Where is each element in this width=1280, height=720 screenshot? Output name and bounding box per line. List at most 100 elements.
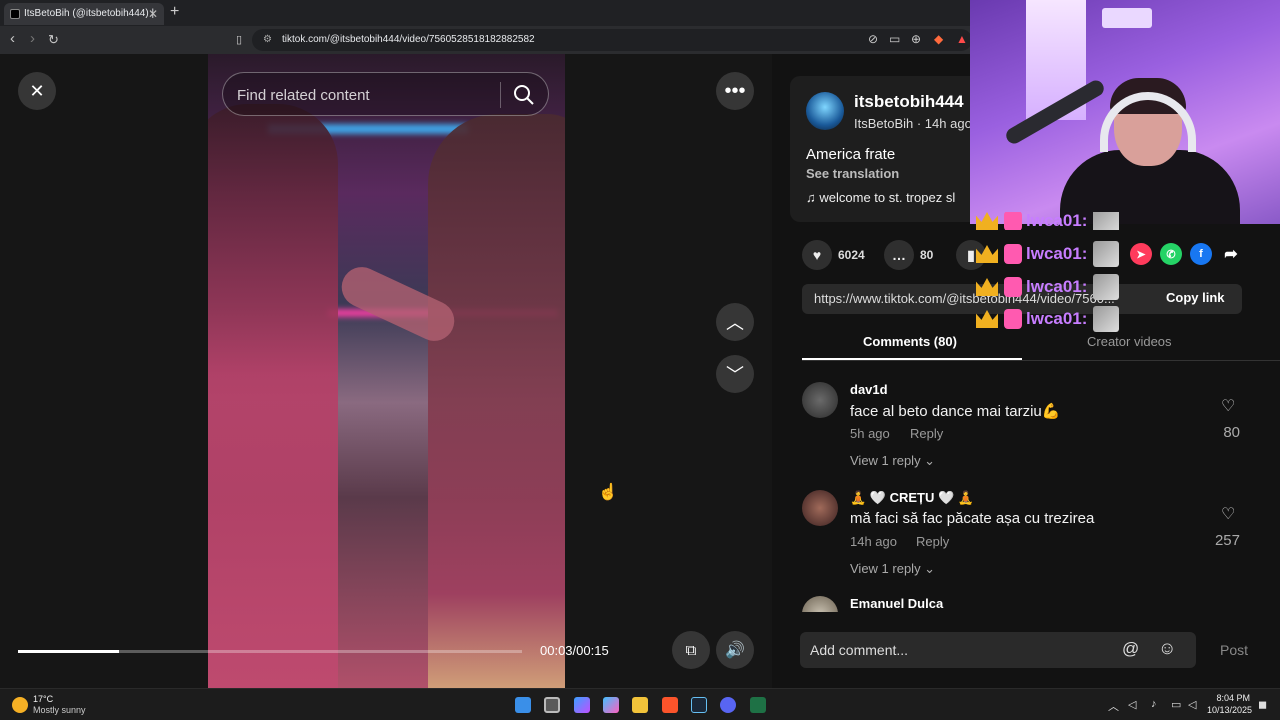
commenter-avatar[interactable] [802,382,838,418]
notification-bell-icon[interactable]: ◼ [1258,698,1267,711]
subscriber-badge-icon [1004,277,1022,297]
tray-speaker-icon[interactable]: ◁ [1128,698,1136,711]
comment-like-count: 257 [1214,532,1240,549]
clock-date[interactable]: 10/13/2025 [1206,705,1252,715]
share-whatsapp-icon[interactable]: ✆ [1160,243,1182,265]
screen-icon[interactable]: ▭ [889,32,900,46]
video-figure-right [428,114,565,688]
clock-time[interactable]: 8:04 PM [1210,693,1250,703]
bookmark-icon[interactable]: ▯ [236,33,242,46]
tray-mic-icon[interactable]: ♪ [1151,698,1157,710]
start-windows-icon[interactable] [515,697,531,713]
pip-button[interactable]: ⧉ [672,631,710,669]
zoom-icon[interactable]: ⊕ [911,32,921,46]
excel-icon[interactable] [750,697,766,713]
brave-browser-icon[interactable] [662,697,678,713]
see-translation-link[interactable]: See translation [806,166,899,181]
tab-comments[interactable]: Comments (80) [863,334,957,349]
site-info-icon[interactable]: ⚙ [263,29,272,51]
subscriber-badge-icon [1004,244,1022,264]
cast-icon[interactable]: ⊘ [868,32,878,46]
new-tab-button[interactable]: + [170,3,179,21]
reply-button[interactable]: Reply [916,534,949,549]
tray-network-icon[interactable]: ▭ [1171,698,1181,711]
chat-message: lwca01: [976,274,1120,300]
video-player[interactable] [208,54,565,688]
commenter-name[interactable]: Emanuel Dulca [850,596,943,611]
more-options-button[interactable]: ••• [716,72,754,110]
comment-item: Emanuel Dulca [802,596,1242,612]
tiktok-favicon-icon [10,9,20,19]
brave-shield-icon[interactable]: ◆ [934,32,943,46]
back-icon[interactable]: ‹ [10,30,15,47]
tab-divider [802,360,1280,361]
comment-like-heart-icon[interactable]: ♡ [1221,396,1235,416]
tab-creator-videos[interactable]: Creator videos [1087,334,1172,349]
browser-tab[interactable]: ItsBetoBih (@itsbetobih444) | ✕ [4,3,164,25]
share-arrow-icon[interactable]: ➦ [1220,243,1242,265]
emoji-icon[interactable]: ☺ [1158,638,1176,659]
post-comment-button[interactable]: Post [1220,642,1248,658]
tab-close-icon[interactable]: ✕ [148,3,158,25]
like-action[interactable]: ♥ 6024 [802,240,865,270]
chat-username: lwca01: [1026,309,1088,328]
related-search-box[interactable] [222,72,549,116]
weather-sun-icon[interactable] [12,697,28,713]
reload-icon[interactable]: ↻ [48,32,59,48]
next-video-button[interactable]: ﹀ [716,355,754,393]
video-caption: America frate [806,146,896,163]
share-facebook-icon[interactable]: f [1190,243,1212,265]
chat-message: lwca01: [976,212,1120,230]
music-link[interactable]: ♫ welcome to st. tropez sl [806,190,955,205]
chat-username: lwca01: [1026,277,1088,296]
mention-icon[interactable]: @ [1122,639,1139,659]
video-stage: ✕ ••• ︿ ﹀ ☝ 00:03/00:15 ⧉ 🔊 [0,54,772,688]
task-view-icon[interactable] [544,697,560,713]
weather-desc[interactable]: Mostly sunny [33,705,86,715]
chat-message: lwca01: [976,241,1120,267]
progress-bar[interactable] [18,650,522,653]
close-video-button[interactable]: ✕ [18,72,56,110]
search-icon[interactable] [513,84,535,106]
commenter-avatar[interactable] [802,596,838,612]
creator-username[interactable]: itsbetobih444 [854,92,964,112]
copy-link-button[interactable]: Copy link [1166,290,1225,305]
comment-input[interactable] [810,638,1110,662]
chat-username: lwca01: [1026,244,1088,263]
commenter-name[interactable]: dav1d [850,382,888,397]
more-dots-icon: ••• [724,79,746,102]
previous-video-button[interactable]: ︿ [716,303,754,341]
commenter-avatar[interactable] [802,490,838,526]
comment-like-heart-icon[interactable]: ♡ [1221,504,1235,524]
music-note-icon: ♫ [806,190,820,205]
tray-chevron-up-icon[interactable]: ︿ [1108,698,1119,714]
discord-icon[interactable] [720,697,736,713]
creator-meta: ItsBetoBih · 14h ago [854,116,972,131]
reply-button[interactable]: Reply [910,426,943,441]
comment-bubble-icon: … [884,240,914,270]
file-explorer-icon[interactable] [632,697,648,713]
address-bar[interactable]: ⚙ tiktok.com/@itsbetobih444/video/756052… [252,29,972,51]
streamer-webcam [970,0,1280,224]
forward-icon[interactable]: › [30,30,35,47]
widgets-icon[interactable] [574,697,590,713]
heart-icon: ♥ [802,240,832,270]
windows-taskbar: 17°C Mostly sunny ︿ ◁ ♪ ▭ ◁ 8:04 PM 10/1… [0,688,1280,720]
comment-action[interactable]: … 80 [884,240,933,270]
share-tiktok-icon[interactable]: ➤ [1130,243,1152,265]
view-replies-button[interactable]: View 1 reply ⌄ [850,561,935,577]
comment-like-count: 80 [1223,424,1240,441]
volume-button[interactable]: 🔊 [716,631,754,669]
copilot-icon[interactable] [603,697,619,713]
view-replies-button[interactable]: View 1 reply ⌄ [850,453,935,469]
weather-temp[interactable]: 17°C [33,694,53,704]
commenter-name[interactable]: 🧘 🤍 CREȚU 🤍 🧘 [850,490,974,506]
rewards-icon[interactable]: ▲ [956,32,968,46]
floating-player-icon: ⧉ [685,641,697,659]
creator-avatar[interactable] [806,92,844,130]
tray-volume-icon[interactable]: ◁ [1188,698,1196,711]
chevron-up-icon: ︿ [726,313,744,333]
related-search-input[interactable] [237,83,497,107]
comment-text: mă faci să fac păcate așa cu trezirea [850,510,1095,527]
steam-icon[interactable] [691,697,707,713]
